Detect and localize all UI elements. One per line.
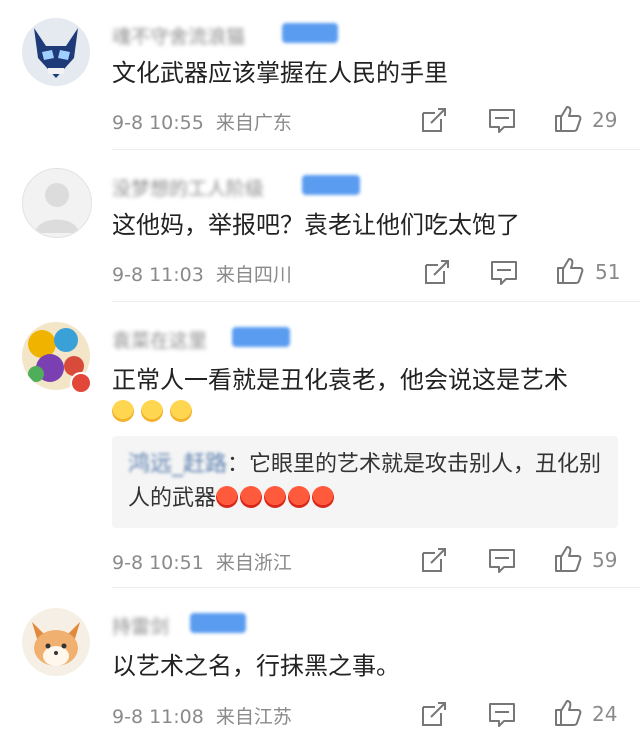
share-icon[interactable] [419,105,449,135]
username[interactable]: 持雷剑 [112,612,169,639]
avatar[interactable] [22,168,92,238]
comment-icon[interactable] [487,546,517,576]
comment-icon[interactable] [487,700,517,730]
vip-badge [70,372,92,394]
comment-text: 正常人一看就是丑化袁老，他会说这是艺术 [112,366,568,394]
comment-meta: 9-8 10:55 来自广东 [112,108,292,135]
like-count: 51 [595,260,621,284]
comment-meta: 9-8 10:51 来自浙江 [112,548,292,575]
thumbs-up-icon[interactable] [553,544,583,574]
member-badge [282,23,338,43]
comment-text: 这他妈，举报吧？袁老让他们吃太饱了 [112,211,520,239]
share-icon[interactable] [419,699,449,729]
reply-username[interactable]: 鸿远_赶路 [128,452,227,477]
comment-location: 来自四川 [215,264,292,286]
comment-icon[interactable] [487,106,517,136]
comment-time: 9-8 11:08 [112,706,204,728]
like-count: 29 [592,108,618,132]
member-badge [190,613,246,633]
avatar[interactable] [22,18,90,86]
share-icon[interactable] [419,545,449,575]
comment-text: 以艺术之名，行抹黑之事。 [112,652,400,680]
angry-emoji-icon [216,486,239,508]
comment-time: 9-8 11:03 [112,264,204,286]
username[interactable]: 袁菜在这里 [112,326,207,353]
username[interactable]: 魂不守舍流浪猫 [112,22,245,49]
like-count: 59 [592,548,618,572]
reply-box[interactable]: 鸿远_赶路：它眼里的艺术就是攻击别人，丑化别人的武器 [112,436,618,528]
crying-emoji-icon [112,400,134,422]
comment-text: 文化武器应该掌握在人民的手里 [112,59,448,87]
share-icon[interactable] [422,257,452,287]
comment-location: 来自浙江 [215,552,292,574]
comment-time: 9-8 10:55 [112,112,204,134]
thumbs-up-icon[interactable] [555,256,585,286]
comment-location: 来自广东 [215,112,292,134]
comment-item: 持雷剑 以艺术之名，行抹黑之事。 9-8 11:08 来自江苏 24 [0,588,640,741]
comment-time: 9-8 10:51 [112,552,204,574]
avatar[interactable] [22,608,90,676]
comment-item: 袁菜在这里 正常人一看就是丑化袁老，他会说这是艺术 鸿远_赶路：它眼里的艺术就是… [0,302,640,588]
thumbs-up-icon[interactable] [553,104,583,134]
username[interactable]: 没梦想的工人阶级 [112,174,264,201]
member-badge [232,327,290,347]
comment-icon[interactable] [489,258,519,288]
angry-emoji-icon [288,486,311,508]
emoji-row [112,400,194,423]
comment-meta: 9-8 11:08 来自江苏 [112,702,292,729]
angry-emoji-icon [264,486,287,508]
comment-item: 没梦想的工人阶级 这他妈，举报吧？袁老让他们吃太饱了 9-8 11:03 来自四… [0,150,640,302]
member-badge [302,175,360,195]
comment-meta: 9-8 11:03 来自四川 [112,260,292,287]
comment-item: 魂不守舍流浪猫 文化武器应该掌握在人民的手里 9-8 10:55 来自广东 29 [0,0,640,150]
comment-location: 来自江苏 [215,706,292,728]
angry-emoji-icon [312,486,335,508]
like-count: 24 [592,702,618,726]
thumbs-up-icon[interactable] [553,698,583,728]
crying-emoji-icon [141,400,164,422]
crying-emoji-icon [170,400,193,422]
reply-text-block: 鸿远_赶路：它眼里的艺术就是攻击别人，丑化别人的武器 [128,448,604,516]
angry-emoji-icon [240,486,263,508]
